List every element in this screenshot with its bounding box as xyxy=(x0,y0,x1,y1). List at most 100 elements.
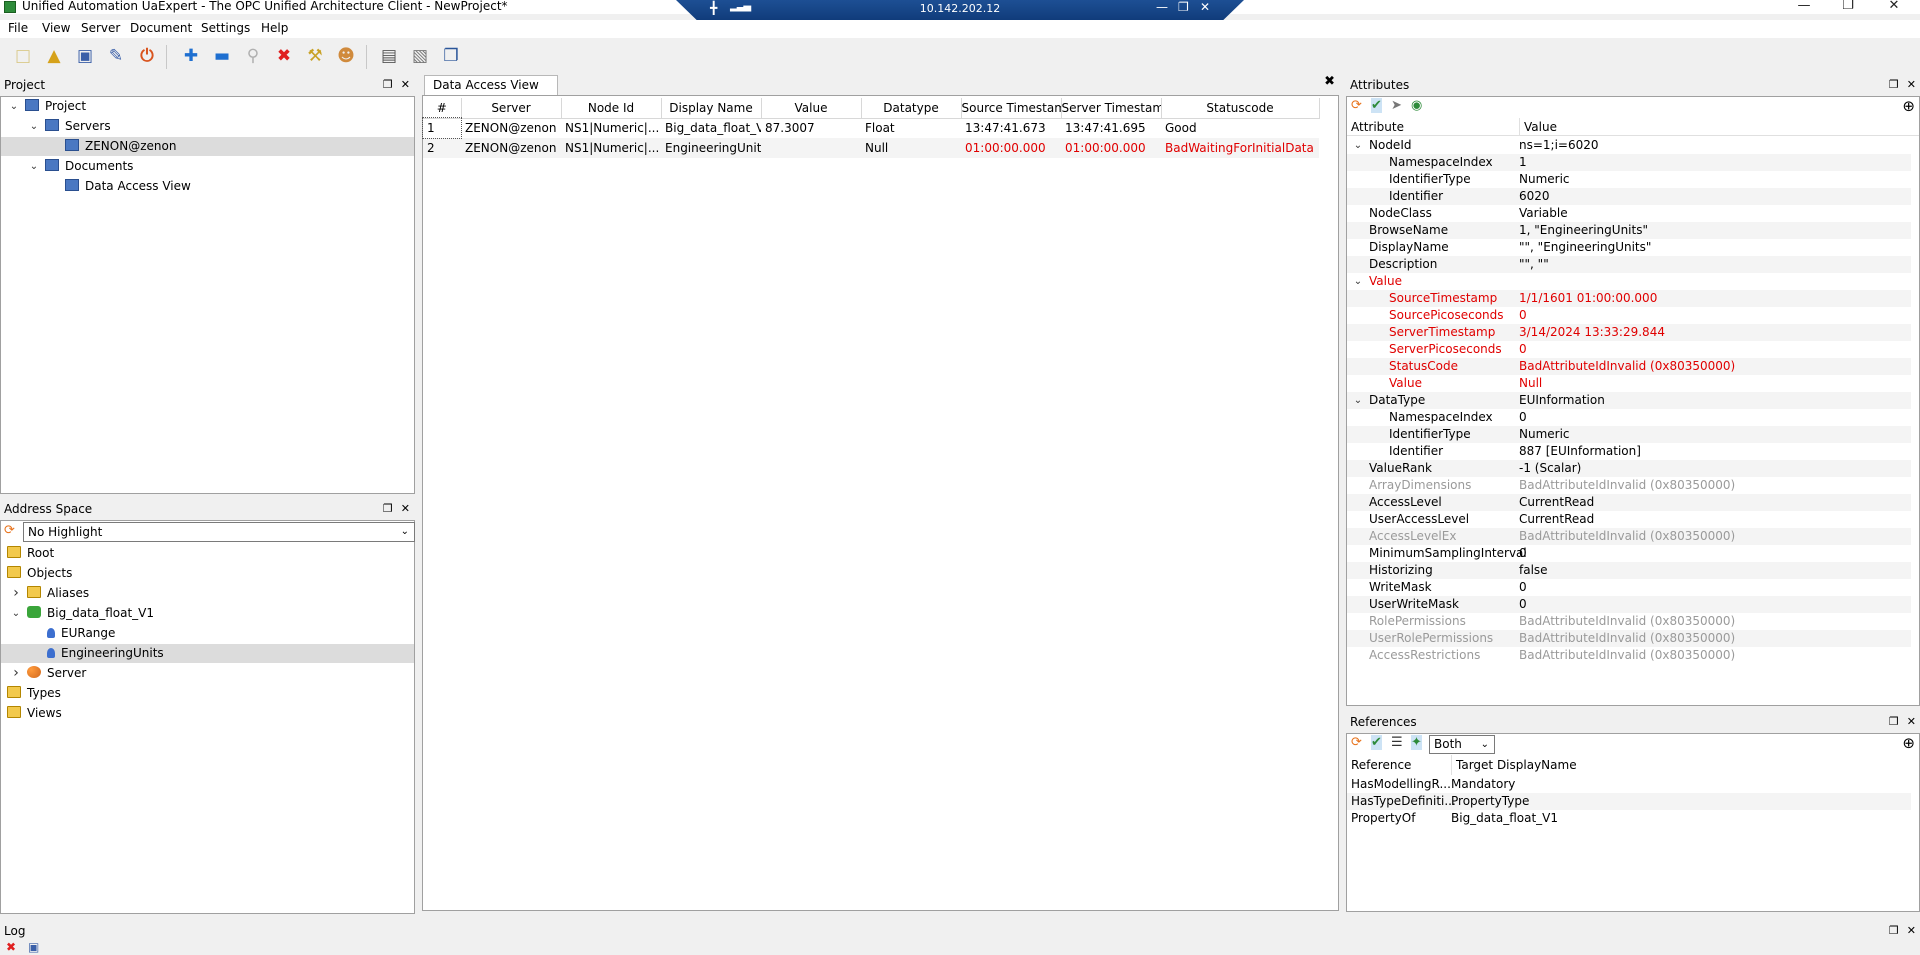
disconnect-icon[interactable]: ✖ xyxy=(273,45,295,67)
menu-help[interactable]: Help xyxy=(261,21,288,35)
chevron-down-icon[interactable]: ⌄ xyxy=(29,117,39,136)
float-icon[interactable]: ❐ xyxy=(1889,78,1899,91)
chevron-down-icon[interactable]: ⌄ xyxy=(11,604,21,623)
chevron-right-icon[interactable]: › xyxy=(11,664,21,683)
attribute-row[interactable]: NamespaceIndex 0 xyxy=(1347,409,1911,426)
attribute-row[interactable]: IdentifierType Numeric xyxy=(1347,426,1911,443)
chevron-down-icon[interactable]: ⌄ xyxy=(1353,392,1363,409)
tree-item[interactable]: ZENON@zenon xyxy=(1,137,414,156)
attribute-row[interactable]: IdentifierType Numeric xyxy=(1347,171,1911,188)
tree-item[interactable]: EURange xyxy=(1,624,414,643)
attribute-row[interactable]: Value Null xyxy=(1347,375,1911,392)
close-tab-icon[interactable]: ✖ xyxy=(1324,74,1335,89)
tree-item[interactable]: ⌄ Documents xyxy=(1,157,414,176)
attribute-row[interactable]: AccessLevelEx BadAttributeIdInvalid (0x80… xyxy=(1347,528,1911,545)
column-header[interactable]: Server xyxy=(461,98,562,119)
highlight-select[interactable]: No Highlight ⌄ xyxy=(23,522,415,542)
hierarchy-icon[interactable]: ☰ xyxy=(1391,735,1403,750)
monitor-icon[interactable]: ◉ xyxy=(1411,98,1422,113)
column-header[interactable]: Node Id xyxy=(561,98,662,119)
attribute-row[interactable]: StatusCode BadAttributeIdInvalid (0x80350… xyxy=(1347,358,1911,375)
menu-document[interactable]: Document xyxy=(130,21,192,35)
tree-item[interactable]: ⌄ Big_data_float_V1 xyxy=(1,604,414,623)
reference-row[interactable]: HasModellingR... Mandatory xyxy=(1347,776,1911,793)
windows-icon[interactable]: ❐ xyxy=(440,45,462,67)
restore-button[interactable]: ❐ xyxy=(1828,0,1868,14)
tree-item[interactable]: ⌄ Servers xyxy=(1,117,414,136)
attribute-row[interactable]: UserRolePermissions BadAttributeIdInvalid… xyxy=(1347,630,1911,647)
open-project-icon[interactable]: ▲ xyxy=(43,45,65,67)
column-header[interactable]: Server Timestamp xyxy=(1061,98,1162,119)
user-icon[interactable]: ☻ xyxy=(335,45,357,67)
close-icon[interactable]: ✕ xyxy=(1907,715,1916,728)
tree-item[interactable]: › Aliases xyxy=(1,584,414,603)
tree-item[interactable]: EngineeringUnits xyxy=(1,644,414,663)
tab-data-access-view[interactable]: Data Access View xyxy=(424,75,558,95)
tree-item[interactable]: ⌄ Project xyxy=(1,97,414,116)
tree-item[interactable]: Root xyxy=(1,544,414,563)
refresh-icon[interactable]: ⟳ xyxy=(4,523,15,538)
menu-file[interactable]: File xyxy=(8,21,28,35)
clear-log-icon[interactable]: ✖ xyxy=(6,940,16,954)
column-header[interactable]: # xyxy=(423,98,462,119)
table-row[interactable]: 2 ZENON@zenon NS1|Numeric|... EngineeringUn… xyxy=(423,138,1319,158)
quit-icon[interactable]: ⏻ xyxy=(136,45,158,67)
add-icon[interactable]: ⊕ xyxy=(1902,97,1915,115)
minimize-button[interactable]: — xyxy=(1784,0,1824,14)
chevron-down-icon[interactable]: ⌄ xyxy=(0,564,1,583)
column-header[interactable]: Display Name xyxy=(661,98,762,119)
cursor-icon[interactable]: ➤ xyxy=(1391,98,1402,113)
attribute-row[interactable]: NodeClass Variable xyxy=(1347,205,1911,222)
attribute-row[interactable]: Identifier 6020 xyxy=(1347,188,1911,205)
chevron-down-icon[interactable]: ⌄ xyxy=(1353,273,1363,290)
save-as-icon[interactable]: ✎ xyxy=(105,45,127,67)
save-project-icon[interactable]: ▣ xyxy=(74,45,96,67)
attribute-row[interactable]: ArrayDimensions BadAttributeIdInvalid (0x… xyxy=(1347,477,1911,494)
close-icon[interactable]: ✕ xyxy=(1907,924,1916,937)
column-header[interactable]: Statuscode xyxy=(1161,98,1320,119)
attribute-row[interactable]: UserAccessLevel CurrentRead xyxy=(1347,511,1911,528)
refresh-icon[interactable]: ⟳ xyxy=(1351,98,1362,113)
chevron-down-icon[interactable]: ⌄ xyxy=(9,97,19,116)
rdp-restore-icon[interactable]: ❐ xyxy=(1178,0,1189,14)
column-header[interactable]: Datatype xyxy=(861,98,962,119)
new-project-icon[interactable]: □ xyxy=(12,45,34,67)
reference-row[interactable]: HasTypeDefiniti... PropertyType xyxy=(1347,793,1911,810)
attribute-row[interactable]: ServerPicoseconds 0 xyxy=(1347,341,1911,358)
menu-settings[interactable]: Settings xyxy=(201,21,250,35)
close-icon[interactable]: ✕ xyxy=(401,78,410,91)
attribute-row[interactable]: MinimumSamplingInterval 0 xyxy=(1347,545,1911,562)
refresh-icon[interactable]: ⟳ xyxy=(1351,735,1362,750)
attribute-row[interactable]: DisplayName "", "EngineeringUnits" xyxy=(1347,239,1911,256)
tree-item[interactable]: › Server xyxy=(1,664,414,683)
checkmark-icon[interactable]: ✔ xyxy=(1371,98,1382,113)
add-icon[interactable]: ⊕ xyxy=(1902,734,1915,752)
remove-document-icon[interactable]: ▧ xyxy=(409,45,431,67)
rdp-close-icon[interactable]: ✕ xyxy=(1200,0,1210,14)
direction-select[interactable]: Both ⌄ xyxy=(1429,735,1495,754)
chevron-right-icon[interactable]: › xyxy=(0,684,1,703)
attribute-row[interactable]: BrowseName 1, "EngineeringUnits" xyxy=(1347,222,1911,239)
float-icon[interactable]: ❐ xyxy=(1889,715,1899,728)
chevron-right-icon[interactable]: › xyxy=(11,584,21,603)
attribute-row[interactable]: Description "", "" xyxy=(1347,256,1911,273)
tree-item[interactable]: › Types xyxy=(1,684,414,703)
table-row[interactable]: 1 ZENON@zenon NS1|Numeric|... Big_data_floa… xyxy=(422,117,1319,139)
attribute-row[interactable]: ServerTimestamp 3/14/2024 13:33:29.844 xyxy=(1347,324,1911,341)
chevron-down-icon[interactable]: ⌄ xyxy=(1353,137,1363,154)
attribute-row[interactable]: ⌄ Value xyxy=(1347,273,1911,290)
attribute-row[interactable]: WriteMask 0 xyxy=(1347,579,1911,596)
attribute-row[interactable]: Identifier 887 [EUInformation] xyxy=(1347,443,1911,460)
chevron-down-icon[interactable]: ⌄ xyxy=(29,157,39,176)
attribute-row[interactable]: AccessLevel CurrentRead xyxy=(1347,494,1911,511)
tree-item[interactable]: › Views xyxy=(1,704,414,723)
save-log-icon[interactable]: ▣ xyxy=(28,940,39,954)
float-icon[interactable]: ❐ xyxy=(383,78,393,91)
attribute-row[interactable]: ⌄ NodeId ns=1;i=6020 xyxy=(1347,137,1911,154)
close-icon[interactable]: ✕ xyxy=(1907,78,1916,91)
attribute-row[interactable]: AccessRestrictions BadAttributeIdInvalid … xyxy=(1347,647,1911,664)
attribute-row[interactable]: NamespaceIndex 1 xyxy=(1347,154,1911,171)
attribute-row[interactable]: SourceTimestamp 1/1/1601 01:00:00.000 xyxy=(1347,290,1911,307)
reference-row[interactable]: PropertyOf Big_data_float_V1 xyxy=(1347,810,1911,827)
checkmark-icon[interactable]: ✔ xyxy=(1371,735,1382,750)
